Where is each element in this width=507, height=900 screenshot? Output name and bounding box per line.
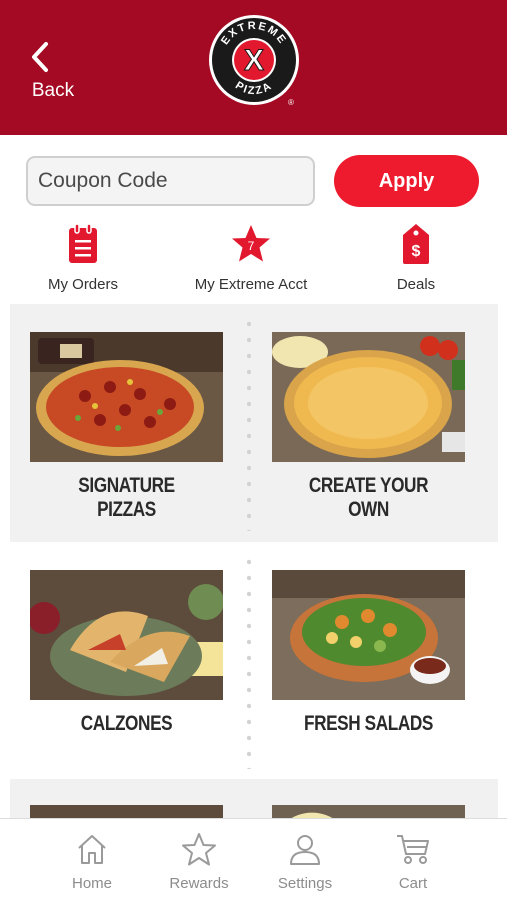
cart-icon [373, 831, 453, 867]
apply-button[interactable]: Apply [334, 155, 479, 207]
tab-settings[interactable]: Settings [265, 831, 345, 892]
my-extreme-acct-link[interactable]: 7 My Extreme Acct [186, 222, 316, 298]
my-orders-link[interactable]: My Orders [38, 222, 128, 298]
my-orders-label: My Orders [47, 276, 118, 293]
dollar-symbol: $ [412, 243, 421, 260]
menu-tile-label: FRESH SALADS [303, 712, 434, 735]
my-extreme-acct-label: My Extreme Acct [194, 276, 308, 293]
menu-tile-calzones[interactable]: CALZONES [30, 570, 223, 736]
back-button[interactable]: Back [28, 40, 78, 110]
logo-registered: ® [288, 98, 294, 107]
logo-mark: X [244, 44, 264, 77]
extreme-pizza-logo: EXTREME PIZZA X ® [207, 13, 301, 107]
calzones-photo [30, 570, 223, 700]
dotted-divider [247, 316, 251, 531]
menu-row-partial [10, 779, 498, 818]
tab-rewards[interactable]: Rewards [159, 831, 239, 892]
tab-cart[interactable]: Cart [373, 831, 453, 892]
menu-tile-partial[interactable] [272, 805, 465, 818]
menu-row: SIGNATURE PIZZAS CREATE YOUR OWN [10, 304, 498, 542]
home-icon [52, 831, 132, 867]
person-icon [265, 831, 345, 867]
signature-pizza-photo [30, 332, 223, 462]
create-your-own-photo [272, 332, 465, 462]
deals-link[interactable]: $ Deals [376, 222, 456, 298]
star-outline-icon [159, 831, 239, 867]
deals-label: Deals [396, 276, 436, 293]
chevron-left-icon [28, 40, 78, 74]
clipboard-icon [38, 222, 128, 266]
star-badge-number: 7 [248, 239, 255, 253]
tab-rewards-label: Rewards [169, 875, 229, 892]
star-icon: 7 [186, 222, 316, 266]
tab-settings-label: Settings [277, 875, 333, 892]
menu-tile-create-your-own[interactable]: CREATE YOUR OWN [272, 332, 465, 522]
fresh-salads-photo [272, 570, 465, 700]
menu-tile-partial[interactable] [30, 805, 223, 818]
menu-tile-label: CALZONES [80, 712, 173, 735]
menu-grid: SIGNATURE PIZZAS CREATE YOUR OWN CALZONE… [0, 304, 507, 818]
partial-photo [272, 805, 465, 818]
tab-cart-label: Cart [398, 875, 428, 892]
tab-home-label: Home [71, 875, 112, 892]
menu-tile-signature-pizzas[interactable]: SIGNATURE PIZZAS [30, 332, 223, 522]
menu-tile-label: SIGNATURE PIZZAS [78, 474, 175, 521]
menu-tile-fresh-salads[interactable]: FRESH SALADS [272, 570, 465, 736]
tab-home[interactable]: Home [52, 831, 132, 892]
bottom-tab-bar: Home Rewards Settings Cart [0, 818, 507, 900]
back-label: Back [31, 80, 75, 101]
menu-row: CALZONES FRESH SALADS [10, 542, 498, 779]
dotted-divider [247, 554, 251, 769]
partial-photo [30, 805, 223, 818]
menu-tile-label: CREATE YOUR OWN [308, 474, 429, 521]
coupon-code-input[interactable] [26, 156, 315, 206]
price-tag-icon: $ [376, 222, 456, 266]
header-bar: Back EXTREME PIZZA X ® [0, 0, 507, 135]
